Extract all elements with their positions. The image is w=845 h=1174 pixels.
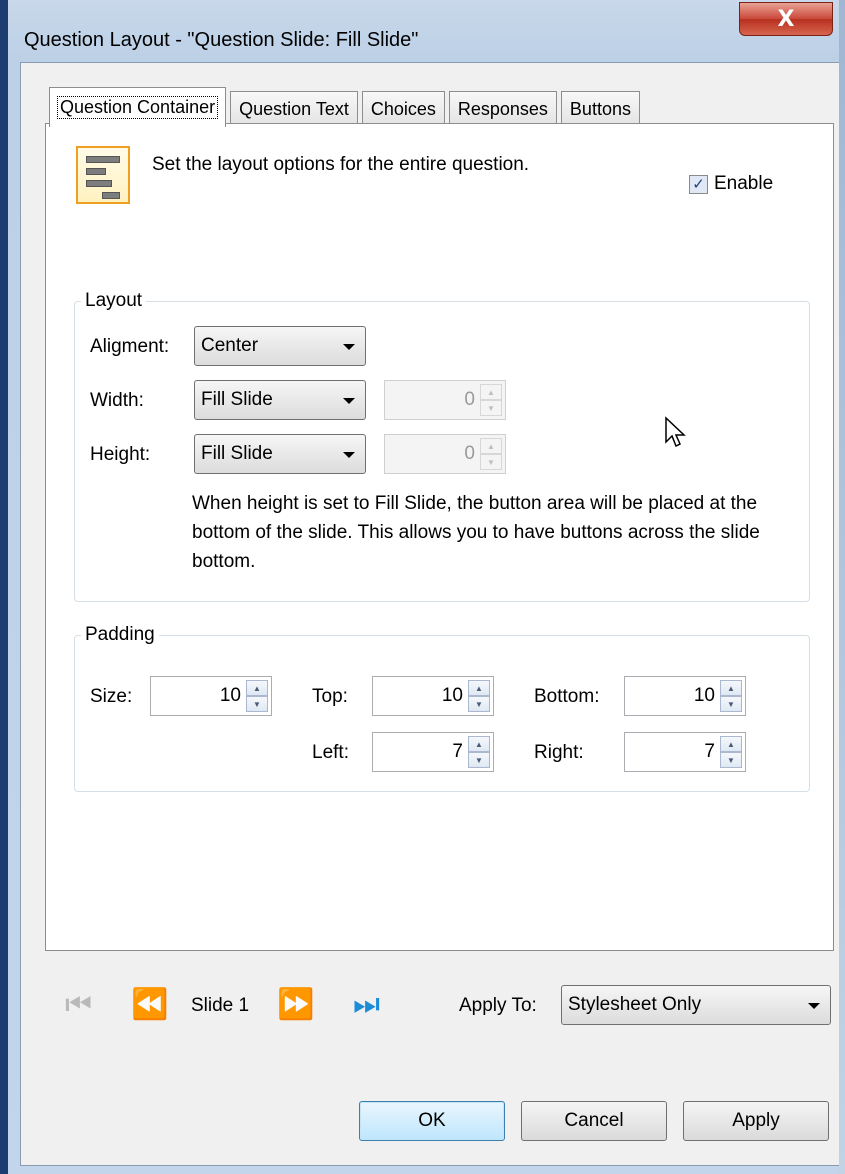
spin-down-icon[interactable]: ▼ <box>468 752 490 768</box>
size-spinner[interactable]: 10 ▲ ▼ <box>150 676 272 716</box>
spin-up-icon[interactable]: ▲ <box>468 736 490 752</box>
right-spinner[interactable]: 7 ▲ ▼ <box>624 732 746 772</box>
layout-icon <box>76 146 130 204</box>
tab-label: Buttons <box>569 99 631 119</box>
tab-panel-question-container: Set the layout options for the entire qu… <box>45 123 834 951</box>
spin-up-icon[interactable]: ▲ <box>720 736 742 752</box>
apply-button[interactable]: Apply <box>683 1101 829 1141</box>
chevron-down-icon <box>343 452 355 458</box>
width-value: Fill Slide <box>201 389 273 410</box>
height-dropdown[interactable]: Fill Slide <box>194 434 366 474</box>
title-bar: Question Layout - "Question Slide: Fill … <box>8 0 845 70</box>
width-label: Width: <box>90 390 144 411</box>
chevron-down-icon <box>343 398 355 404</box>
spin-down-icon[interactable]: ▼ <box>720 752 742 768</box>
spin-down-icon: ▼ <box>480 454 502 470</box>
tab-buttons[interactable]: Buttons <box>560 91 640 127</box>
height-number-value: 0 <box>464 443 475 464</box>
left-spinner[interactable]: 7 ▲ ▼ <box>372 732 494 772</box>
spin-up-icon[interactable]: ▲ <box>720 680 742 696</box>
bottom-spinner[interactable]: 10 ▲ ▼ <box>624 676 746 716</box>
left-value: 7 <box>452 741 463 762</box>
height-number-spinner: 0 ▲ ▼ <box>384 434 506 474</box>
fill-slide-note: When height is set to Fill Slide, the bu… <box>192 493 760 572</box>
spin-down-icon: ▼ <box>480 400 502 416</box>
alignment-dropdown[interactable]: Center <box>194 326 366 366</box>
top-value: 10 <box>441 685 463 706</box>
layout-legend: Layout <box>85 290 143 311</box>
tab-label: Choices <box>370 99 436 119</box>
spin-down-icon[interactable]: ▼ <box>720 696 742 712</box>
height-value: Fill Slide <box>201 443 273 464</box>
spin-up-icon: ▲ <box>480 384 502 400</box>
tab-label: Question Text <box>239 99 349 119</box>
cancel-button[interactable]: Cancel <box>521 1101 667 1141</box>
slide-label: Slide 1 <box>191 995 250 1016</box>
tab-strip: Question Container Question Text Choices… <box>49 87 644 127</box>
alignment-value: Center <box>201 335 259 356</box>
spin-down-icon[interactable]: ▼ <box>468 696 490 712</box>
tab-question-container[interactable]: Question Container <box>49 87 227 127</box>
dialog-window: Question Layout - "Question Slide: Fill … <box>0 0 845 1174</box>
tab-responses[interactable]: Responses <box>448 91 557 127</box>
window-title: Question Layout - "Question Slide: Fill … <box>24 29 419 51</box>
enable-checkbox[interactable]: ✓ <box>689 174 708 194</box>
tab-label: Responses <box>457 99 548 119</box>
header-description: Set the layout options for the entire qu… <box>152 154 530 175</box>
chevron-down-icon <box>808 1003 820 1009</box>
width-number-spinner: 0 ▲ ▼ <box>384 380 506 420</box>
chevron-down-icon <box>343 344 355 350</box>
apply-to-label: Apply To: <box>459 995 537 1016</box>
dialog-client-area: Question Container Question Text Choices… <box>20 62 845 1166</box>
width-dropdown[interactable]: Fill Slide <box>194 380 366 420</box>
last-slide-icon[interactable]: ⏭ <box>353 987 380 1022</box>
spin-up-icon[interactable]: ▲ <box>468 680 490 696</box>
right-label: Right: <box>534 742 584 763</box>
size-label: Size: <box>90 686 133 707</box>
tab-choices[interactable]: Choices <box>361 91 445 127</box>
top-spinner[interactable]: 10 ▲ ▼ <box>372 676 494 716</box>
mouse-cursor-icon <box>665 416 686 448</box>
height-label: Height: <box>90 444 151 465</box>
spin-up-icon[interactable]: ▲ <box>246 680 268 696</box>
alignment-label: Aligment: <box>90 336 170 357</box>
width-number-value: 0 <box>464 389 475 410</box>
tab-label: Question Container <box>56 96 219 119</box>
top-label: Top: <box>312 686 348 707</box>
bottom-label: Bottom: <box>534 686 600 707</box>
tab-question-text[interactable]: Question Text <box>230 91 358 127</box>
enable-checkbox-group[interactable]: ✓ Enable <box>689 173 773 195</box>
enable-label: Enable <box>714 173 774 194</box>
spin-up-icon: ▲ <box>480 438 502 454</box>
padding-legend: Padding <box>85 624 155 645</box>
right-value: 7 <box>704 741 715 762</box>
first-slide-icon[interactable]: ⏮ <box>65 987 92 1022</box>
previous-slide-icon[interactable]: ⏪ <box>131 987 168 1022</box>
apply-to-dropdown[interactable]: Stylesheet Only <box>561 985 831 1025</box>
bottom-value: 10 <box>693 685 715 706</box>
close-button[interactable]: X <box>739 2 833 36</box>
apply-to-value: Stylesheet Only <box>568 994 702 1015</box>
size-value: 10 <box>219 685 241 706</box>
left-label: Left: <box>312 742 349 763</box>
spin-down-icon[interactable]: ▼ <box>246 696 268 712</box>
next-slide-icon[interactable]: ⏩ <box>277 987 314 1022</box>
ok-button[interactable]: OK <box>359 1101 505 1141</box>
